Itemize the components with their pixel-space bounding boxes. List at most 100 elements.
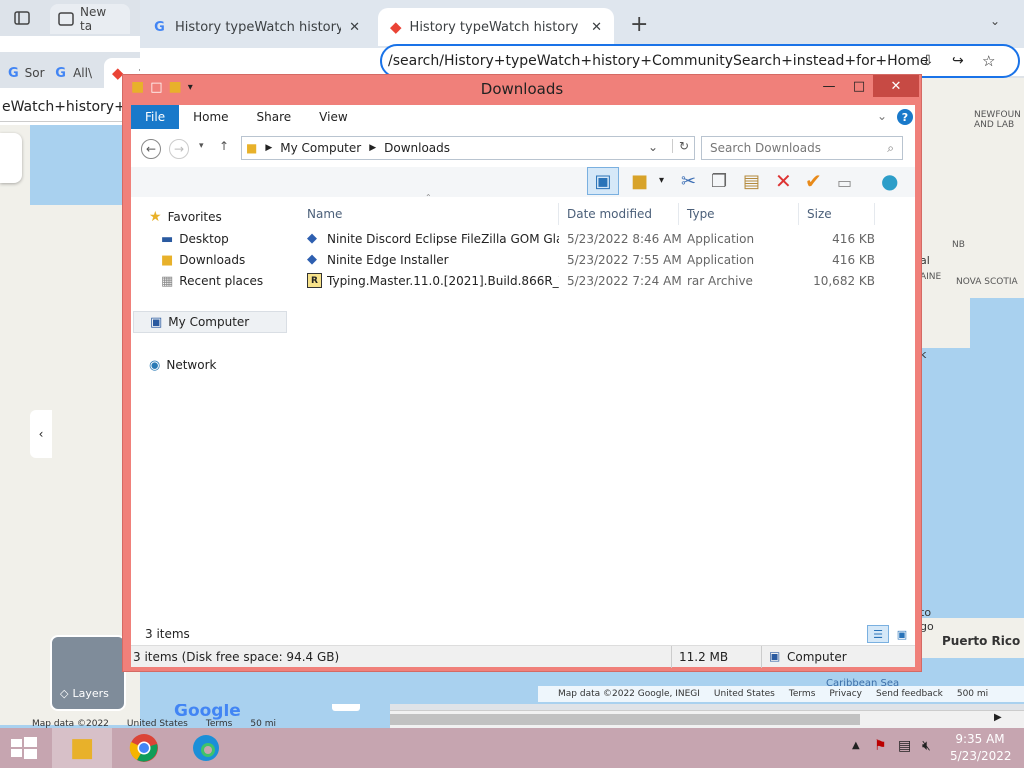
scrollbar-thumb[interactable] xyxy=(390,714,860,725)
send-feedback-link[interactable]: Send feedback xyxy=(876,689,943,699)
file-name: Ninite Discord Eclipse FileZilla GOM Gla… xyxy=(327,232,559,246)
privacy-link[interactable]: Privacy xyxy=(829,689,862,699)
scroll-right-arrow-icon[interactable]: ▶ xyxy=(994,712,1002,723)
map-panel-tab[interactable] xyxy=(0,133,22,183)
taskbar-file-explorer[interactable]: ■ xyxy=(52,728,112,768)
tab-home[interactable]: Home xyxy=(179,105,242,129)
collapse-panel-button[interactable]: ‹ xyxy=(30,410,52,458)
breadcrumb-separator-icon[interactable]: ▶ xyxy=(369,143,376,153)
help-icon[interactable]: ? xyxy=(897,109,913,125)
breadcrumb-my-computer[interactable]: My Computer xyxy=(280,141,361,155)
show-hidden-icons-icon[interactable]: ▲ xyxy=(852,740,860,751)
nav-desktop[interactable]: ▬ Desktop xyxy=(161,229,229,249)
recent-places-icon: ▦ xyxy=(161,273,174,289)
search-downloads-input[interactable]: Search Downloads ⌕ xyxy=(701,136,903,160)
column-size[interactable]: Size xyxy=(799,203,875,225)
tab-share[interactable]: Share xyxy=(243,105,306,129)
minimize-button[interactable]: — xyxy=(813,75,845,97)
back-tab-label: Sor xyxy=(24,66,45,80)
total-size-status: 11.2 MB xyxy=(679,650,729,664)
organize-icon[interactable]: ■ xyxy=(631,171,648,192)
network-status-icon[interactable]: ▤ xyxy=(898,738,911,754)
tab-search-chevron-icon[interactable]: ⌄ xyxy=(990,14,1000,28)
recent-locations-icon[interactable]: ▾ xyxy=(199,141,204,151)
forward-arrow-icon[interactable]: → xyxy=(169,139,189,159)
back-tab-2[interactable]: G Sor xyxy=(0,58,45,88)
action-center-flag-icon[interactable]: ⚑ xyxy=(874,738,887,754)
nav-favorites[interactable]: ★ Favorites xyxy=(149,207,222,227)
copy-icon[interactable]: ❐ xyxy=(711,171,727,192)
table-row[interactable]: ◆ Ninite Edge Installer 5/23/2022 7:55 A… xyxy=(307,250,907,271)
install-app-icon[interactable]: ⇩ xyxy=(922,53,934,69)
nav-label: Downloads xyxy=(179,253,246,267)
nav-downloads[interactable]: ■ Downloads xyxy=(161,250,245,270)
map-label-go: go xyxy=(920,620,934,633)
explorer-titlebar[interactable]: Downloads ■ □ ■ ▾ — □ ✕ xyxy=(123,75,921,103)
tab-view[interactable]: View xyxy=(305,105,361,129)
preview-pane-icon: ▣ xyxy=(594,170,612,192)
customize-dropdown-icon[interactable]: ▾ xyxy=(188,82,193,93)
delete-icon[interactable]: ✕ xyxy=(775,169,792,193)
cut-icon[interactable]: ✂ xyxy=(681,171,696,192)
ribbon-expand-icon[interactable]: ⌄ xyxy=(877,109,887,123)
nav-label: My Computer xyxy=(168,315,250,329)
omnibox[interactable]: /search/History+typeWatch+history+Commun… xyxy=(380,44,1020,78)
preview-pane-button[interactable]: ▣ xyxy=(587,167,619,195)
taskbar-edge[interactable] xyxy=(176,728,236,768)
close-button[interactable]: ✕ xyxy=(873,75,919,97)
nav-network[interactable]: ◉ Network xyxy=(149,355,216,375)
folder-icon[interactable]: ■ xyxy=(131,79,144,95)
tab-actions-icon[interactable] xyxy=(8,6,36,30)
network-icon: ◉ xyxy=(149,357,161,373)
map-data-text: Map data ©2022 Google, INEGI xyxy=(558,689,700,699)
share-icon[interactable]: ↪ xyxy=(952,53,964,69)
windows-logo-icon xyxy=(11,737,37,759)
back-tab-3[interactable]: G All\ xyxy=(46,58,100,88)
paste-icon[interactable]: ▤ xyxy=(743,171,760,192)
address-bar[interactable]: ■ ▶ My Computer ▶ Downloads ⌄ ↻ xyxy=(241,136,695,160)
tab-history-maps[interactable]: ◆ History typeWatch history Comm ✕ xyxy=(378,8,614,46)
horizontal-scrollbar[interactable]: ▶ xyxy=(390,710,1024,728)
shell-globe-icon[interactable]: ● xyxy=(881,169,898,193)
map-data-text: Map data ©2022 xyxy=(32,719,109,728)
column-name[interactable]: Name xyxy=(299,203,559,225)
back-arrow-icon[interactable]: ← xyxy=(141,139,161,159)
tab-file[interactable]: File xyxy=(131,105,180,129)
nav-my-computer[interactable]: ▣ My Computer xyxy=(133,311,287,333)
tab-history-search[interactable]: G History typeWatch history Comm ✕ xyxy=(140,8,372,46)
country-text[interactable]: United States xyxy=(714,689,775,699)
details-view-icon[interactable]: ☰ xyxy=(867,625,889,643)
maximize-button[interactable]: □ xyxy=(843,75,875,97)
volume-muted-icon[interactable]: 🔇︎ xyxy=(922,738,931,754)
rename-icon[interactable]: ▭ xyxy=(837,173,852,192)
column-date-modified[interactable]: Date modified xyxy=(559,203,679,225)
new-folder-icon[interactable]: ■ xyxy=(169,79,182,95)
close-icon[interactable]: ✕ xyxy=(349,20,360,35)
new-tab-button[interactable]: + xyxy=(630,12,648,37)
clock[interactable]: 9:35 AM 5/23/2022 xyxy=(950,732,1012,763)
bookmark-star-icon[interactable]: ☆ xyxy=(982,52,995,70)
column-type[interactable]: Type xyxy=(679,203,799,225)
layers-icon: ◇ xyxy=(60,687,69,700)
organize-dropdown-icon[interactable]: ▾ xyxy=(659,175,664,186)
refresh-icon[interactable]: ↻ xyxy=(672,139,689,153)
breadcrumb-downloads[interactable]: Downloads xyxy=(384,141,450,155)
table-row[interactable]: R Typing.Master.11.0.[2021].Build.866R_Y… xyxy=(307,271,907,292)
nav-recent-places[interactable]: ▦ Recent places xyxy=(161,271,263,291)
layers-button[interactable]: ◇ Layers xyxy=(50,635,126,711)
taskbar-chrome[interactable] xyxy=(114,728,174,768)
terms-link[interactable]: Terms xyxy=(789,689,816,699)
back-tab-new[interactable]: New ta xyxy=(50,4,130,34)
ninite-icon: ◆ xyxy=(307,252,317,267)
breadcrumb-separator-icon[interactable]: ▶ xyxy=(265,143,272,153)
checkmark-icon[interactable]: ✔ xyxy=(805,169,822,193)
start-button[interactable] xyxy=(0,728,48,768)
address-dropdown-icon[interactable]: ⌄ xyxy=(648,140,658,154)
table-row[interactable]: ◆ Ninite Discord Eclipse FileZilla GOM G… xyxy=(307,229,907,250)
properties-icon[interactable]: □ xyxy=(150,80,162,95)
large-icons-view-icon[interactable]: ▣ xyxy=(891,625,913,643)
scale-text: 500 mi xyxy=(956,689,989,699)
close-icon[interactable]: ✕ xyxy=(591,20,602,35)
file-date: 5/23/2022 7:24 AM xyxy=(567,274,682,288)
up-arrow-icon[interactable]: ↑ xyxy=(219,139,229,153)
